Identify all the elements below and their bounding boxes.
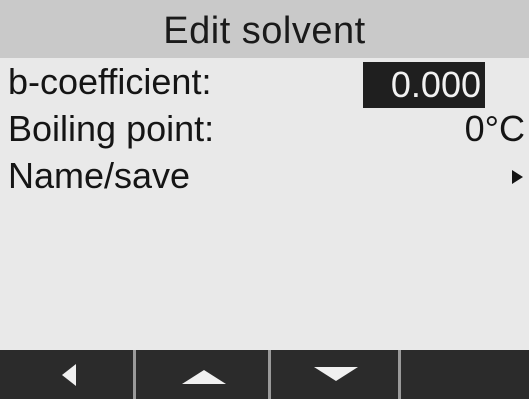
softkey-blank-button[interactable] [401,350,529,399]
softkey-down-button[interactable] [271,350,401,399]
softkey-back-button[interactable] [0,350,136,399]
menu-item-label: b-coefficient: [8,61,212,102]
menu-list: b-coefficient: 0.000 Boiling point: 0°C … [0,58,529,199]
menu-item-name-save[interactable]: Name/save [0,152,529,199]
menu-item-boiling-point[interactable]: Boiling point: 0°C [0,105,529,152]
arrow-up-icon [182,370,226,384]
title-bar: Edit solvent [0,0,529,58]
b-coefficient-value-field[interactable]: 0.000 [362,62,485,108]
menu-item-label: Boiling point: [8,108,215,149]
arrow-left-icon [62,364,76,386]
arrow-down-icon [314,367,358,381]
softkey-bar [0,350,529,399]
boiling-point-value: 0°C [464,108,525,149]
menu-item-label: Name/save [8,155,191,196]
menu-item-b-coefficient[interactable]: b-coefficient: 0.000 [0,58,529,108]
softkey-up-button[interactable] [136,350,271,399]
arrow-right-icon [512,170,523,184]
device-screen: Edit solvent b-coefficient: 0.000 Boilin… [0,0,529,399]
page-title: Edit solvent [163,10,366,52]
